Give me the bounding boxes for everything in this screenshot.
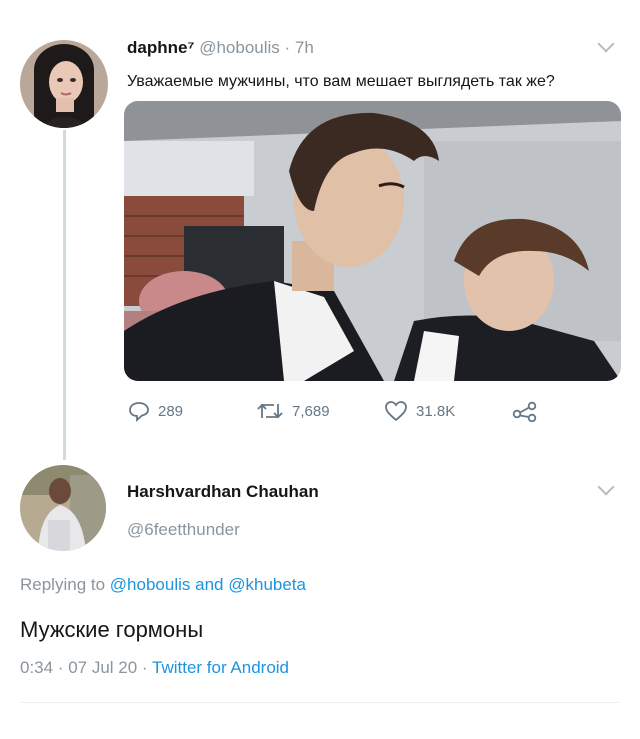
avatar-photo-reply <box>20 465 106 551</box>
avatar[interactable] <box>20 40 108 128</box>
display-name[interactable]: daphne⁷ <box>127 38 194 57</box>
timestamp[interactable]: · 7h <box>285 38 314 57</box>
share-action[interactable] <box>512 400 538 422</box>
share-icon <box>512 401 537 422</box>
reply-action[interactable]: 289 <box>128 400 183 422</box>
replying-and: and <box>195 575 224 594</box>
like-count: 31.8K <box>416 402 456 420</box>
retweet-action[interactable]: 7,689 <box>256 400 330 422</box>
like-action[interactable]: 31.8K <box>384 400 455 422</box>
tweet-text: Уважаемые мужчины, что вам мешает выгляд… <box>127 73 555 90</box>
heart-icon <box>385 401 407 422</box>
tweet-photo <box>124 101 621 381</box>
thread-line <box>63 130 66 460</box>
handle[interactable]: @hoboulis <box>199 38 280 57</box>
reply-count: 289 <box>158 402 184 420</box>
mention-link[interactable]: @khubeta <box>228 575 306 594</box>
avatar[interactable] <box>20 465 106 551</box>
replying-to: Replying to @hoboulis and @khubeta <box>20 575 306 595</box>
reply-handle[interactable]: @6feetthunder <box>127 520 240 540</box>
chevron-down-icon[interactable] <box>597 35 615 53</box>
avatar-photo-daphne <box>20 40 108 128</box>
tweet-header: daphne⁷ @hoboulis · 7h <box>127 38 314 58</box>
reply-text: Мужские гормоны <box>20 617 204 642</box>
chevron-down-icon[interactable] <box>597 478 615 496</box>
reply-timestamp[interactable]: 0:34 · 07 Jul 20 · <box>20 658 148 677</box>
replying-to-label: Replying to <box>20 575 106 594</box>
mention-link[interactable]: @hoboulis <box>110 575 191 594</box>
divider <box>20 702 620 703</box>
source-link[interactable]: Twitter for Android <box>152 658 289 677</box>
retweet-count: 7,689 <box>292 402 330 420</box>
reply-meta: 0:34 · 07 Jul 20 · Twitter for Android <box>20 658 289 678</box>
retweet-icon <box>257 403 283 419</box>
reply-display-name[interactable]: Harshvardhan Chauhan <box>127 482 319 502</box>
tweet-media[interactable] <box>124 101 621 381</box>
reply-icon <box>129 402 149 422</box>
